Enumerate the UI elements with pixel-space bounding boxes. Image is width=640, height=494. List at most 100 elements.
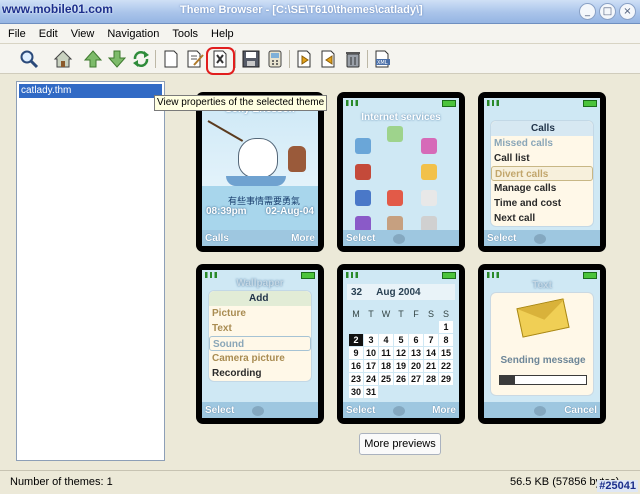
import-button[interactable] xyxy=(318,48,340,70)
softkey-left: Select xyxy=(346,404,376,416)
menu-option: Picture xyxy=(212,308,246,319)
export-button[interactable] xyxy=(294,48,316,70)
zoom-button[interactable] xyxy=(18,48,40,70)
weekday-label: F xyxy=(413,309,419,319)
preview-screen: Sony Ericsson 有些事情需要勇氣 08:39pm 02-Aug-04… xyxy=(202,98,318,246)
calendar-day-selected: 2 xyxy=(349,334,363,346)
new-button[interactable] xyxy=(160,48,182,70)
calendar-header: 32 Aug 2004 xyxy=(347,284,455,300)
menu-option: Text xyxy=(212,323,232,334)
trash-icon xyxy=(346,52,360,68)
calendar-day: 24 xyxy=(364,373,378,385)
battery-icon xyxy=(442,272,456,279)
weekday-label: W xyxy=(381,309,391,319)
sending-text: Sending message xyxy=(500,355,586,366)
menu-file[interactable]: File xyxy=(8,28,26,40)
calendar-day: 8 xyxy=(439,334,453,346)
preview-calls[interactable]: Calls Missed calls Call list Divert call… xyxy=(478,92,606,252)
messaging-icon xyxy=(421,164,437,180)
calendar-day: 1 xyxy=(439,321,453,333)
menu-help[interactable]: Help xyxy=(211,28,234,40)
calendar-day: 29 xyxy=(439,373,453,385)
menu-icon-grid xyxy=(351,120,451,232)
window-controls: _ □ × xyxy=(579,3,636,20)
calendar-day: 12 xyxy=(394,347,408,359)
more-previews-button[interactable]: More previews xyxy=(359,433,441,455)
softkey-left: Select xyxy=(346,232,376,244)
refresh-icon xyxy=(133,51,149,67)
fish-icon xyxy=(393,234,405,244)
up-button[interactable] xyxy=(82,48,104,70)
clock-date: 02-Aug-04 xyxy=(265,206,314,217)
calendar-day: 30 xyxy=(349,386,363,398)
arrow-icon xyxy=(421,138,437,154)
preview-calendar[interactable]: 32 Aug 2004 M T W T F S S 1 2 3 4 5 6 7 8 9 10 11 12 13 14 15… xyxy=(337,264,465,424)
menu-edit[interactable]: Edit xyxy=(39,28,58,40)
calendar-day: 22 xyxy=(439,360,453,372)
weekday-label: S xyxy=(427,309,434,319)
title-bar: Theme Browser - [C:\SE\T610\themes\catla… xyxy=(0,0,640,24)
maximize-button[interactable]: □ xyxy=(599,3,616,20)
menu-tools[interactable]: Tools xyxy=(172,28,198,40)
calendar-day: 11 xyxy=(379,347,393,359)
menu-navigation[interactable]: Navigation xyxy=(107,28,159,40)
menu-option: Time and cost xyxy=(494,198,562,209)
progress-fill xyxy=(500,376,516,384)
clock-time: 08:39pm xyxy=(206,206,247,217)
media-icon xyxy=(387,190,403,206)
calendar-day xyxy=(409,386,423,398)
softkey-right: More xyxy=(432,404,456,416)
down-button[interactable] xyxy=(106,48,128,70)
xml-button[interactable]: XML xyxy=(372,48,394,70)
fish-icon xyxy=(534,406,546,416)
phone-button[interactable] xyxy=(264,48,286,70)
menu-view[interactable]: View xyxy=(71,28,95,40)
preview-sending[interactable]: Text Sending message Cancel xyxy=(478,264,606,424)
phonebook-icon xyxy=(355,138,371,154)
preview-add-menu[interactable]: Wallpaper Add Picture Text Sound Camera … xyxy=(196,264,324,424)
preview-internet[interactable]: Internet services Select xyxy=(337,92,465,252)
highlight-ring xyxy=(206,47,235,75)
theme-count: Number of themes: 1 xyxy=(10,476,113,488)
close-button[interactable]: × xyxy=(619,3,636,20)
toolbar-separator xyxy=(155,50,156,68)
softkey-left: Select xyxy=(205,404,235,416)
calendar-day: 16 xyxy=(349,360,363,372)
fish-icon xyxy=(393,406,405,416)
calendar-day xyxy=(424,321,438,333)
list-item[interactable]: catlady.thm xyxy=(19,84,162,98)
softkey-left: Calls xyxy=(205,232,229,244)
calendar-day: 25 xyxy=(379,373,393,385)
menu-title: Calls xyxy=(491,121,593,136)
fish-icon xyxy=(252,406,264,416)
calendar-day xyxy=(349,321,363,333)
calls-menu: Calls Missed calls Call list Divert call… xyxy=(490,120,594,227)
save-button[interactable] xyxy=(240,48,262,70)
calendar-day: 20 xyxy=(409,360,423,372)
calendar-day: 15 xyxy=(439,347,453,359)
signal-icon xyxy=(346,100,358,106)
calendar-day: 14 xyxy=(424,347,438,359)
refresh-button[interactable] xyxy=(130,48,152,70)
jar-illustration xyxy=(288,146,306,172)
preview-screen: Wallpaper Add Picture Text Sound Camera … xyxy=(202,270,318,418)
menu-option: Manage calls xyxy=(494,183,557,194)
minimize-button[interactable]: _ xyxy=(579,3,596,20)
calendar-day: 6 xyxy=(409,334,423,346)
weekday-label: T xyxy=(368,309,374,319)
xml-icon: XML xyxy=(375,50,390,68)
preview-standby[interactable]: Sony Ericsson 有些事情需要勇氣 08:39pm 02-Aug-04… xyxy=(196,92,324,252)
delete-button[interactable] xyxy=(342,48,364,70)
theme-list[interactable]: catlady.thm xyxy=(16,81,165,461)
battery-icon xyxy=(583,100,597,107)
home-icon xyxy=(53,50,73,68)
home-button[interactable] xyxy=(52,48,74,70)
new-file-icon xyxy=(164,50,178,68)
down-arrow-icon xyxy=(107,50,127,68)
edit-button[interactable] xyxy=(184,48,206,70)
status-bar: Number of themes: 1 56.5 KB (57856 bytes… xyxy=(0,470,640,494)
menu-title: Add xyxy=(209,291,311,306)
menu-option: Recording xyxy=(212,368,262,379)
zoom-icon xyxy=(20,50,39,69)
edit-file-icon xyxy=(187,50,204,68)
